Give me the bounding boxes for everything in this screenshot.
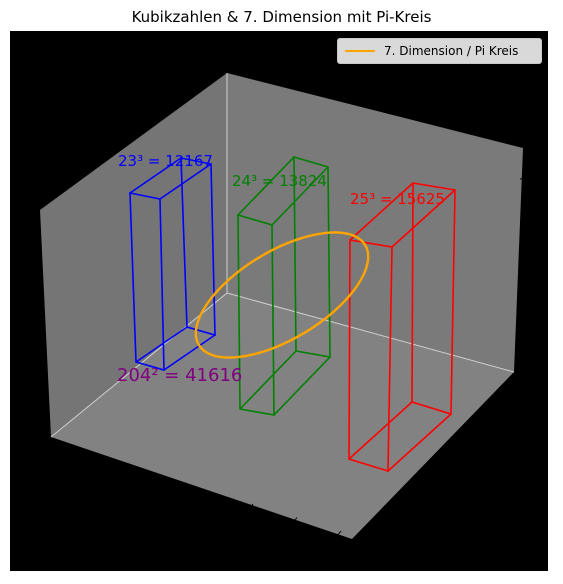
z-tick-label: 4 <box>540 173 548 187</box>
z-tick-label: 2 <box>540 301 548 315</box>
z-tick-label: 4 <box>540 343 548 357</box>
legend: 7. Dimension / Pi Kreis <box>337 38 542 64</box>
cube-label-1: 23³ = 12167 <box>118 152 213 170</box>
legend-label: 7. Dimension / Pi Kreis <box>384 44 519 58</box>
square-annotation: 204² = 41616 <box>117 365 242 386</box>
z-tick-label: 0 <box>540 260 548 274</box>
chart-plot: 23³ = 12167 24³ = 13824 25³ = 15625 204² = … <box>10 31 548 571</box>
legend-line-swatch <box>345 50 375 52</box>
z-tick-label: 2 <box>540 216 548 230</box>
cube-label-3: 25³ = 15625 <box>350 190 445 208</box>
cube-label-2: 24³ = 13824 <box>232 172 327 190</box>
